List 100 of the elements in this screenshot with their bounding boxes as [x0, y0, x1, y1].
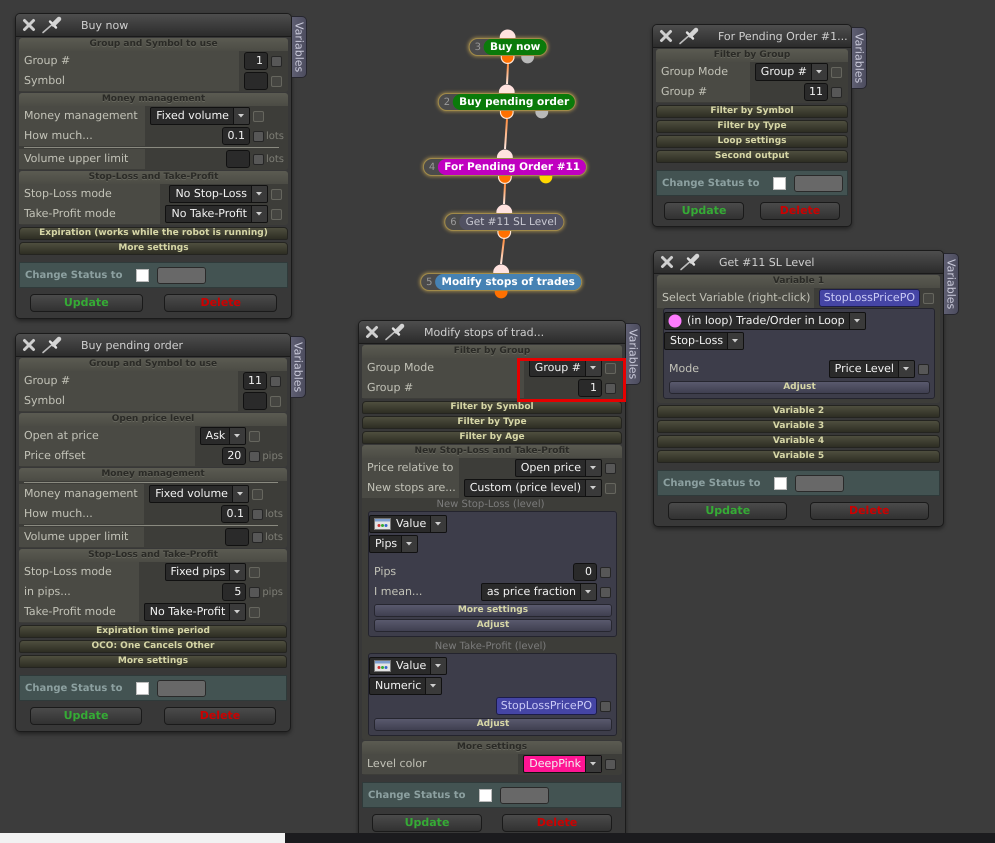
number-field[interactable]: 5 — [222, 583, 246, 601]
checkbox[interactable] — [270, 376, 281, 386]
variables-tab[interactable]: Variables — [292, 16, 307, 78]
status-field[interactable] — [795, 474, 844, 492]
subsection-bar[interactable]: More settings — [374, 604, 612, 617]
number-field[interactable]: 0.1 — [221, 505, 249, 523]
section-bar[interactable]: Filter by Symbol — [656, 105, 848, 118]
checkbox[interactable] — [831, 86, 842, 98]
number-field[interactable]: 1 — [244, 52, 268, 70]
number-field[interactable]: 20 — [222, 447, 246, 465]
status-checkbox[interactable] — [136, 268, 150, 282]
variables-tab[interactable]: Variables — [626, 323, 641, 385]
number-field[interactable]: 0 — [573, 563, 597, 581]
dropdown[interactable]: Custom (price level) — [464, 479, 602, 497]
update-button[interactable]: Update — [30, 707, 142, 725]
update-button[interactable]: Update — [664, 202, 744, 220]
number-field[interactable]: 1 — [578, 379, 602, 397]
checkbox[interactable] — [249, 586, 260, 598]
number-field[interactable]: 11 — [804, 83, 828, 101]
number-field[interactable] — [224, 528, 249, 546]
output-port-icon[interactable] — [497, 231, 511, 239]
section-bar[interactable]: Variable 2 — [657, 405, 940, 418]
output-port-icon[interactable] — [520, 56, 535, 64]
variable-chip[interactable]: StopLossPricePO — [818, 289, 920, 307]
close-icon[interactable] — [659, 29, 673, 43]
dropdown[interactable]: Group # — [754, 63, 828, 81]
input-port-icon[interactable] — [496, 204, 512, 213]
section-bar[interactable]: More settings — [19, 242, 288, 255]
close-icon[interactable] — [22, 18, 36, 32]
status-checkbox[interactable] — [773, 176, 786, 190]
dropdown[interactable]: Fixed volume — [150, 107, 250, 125]
dropdown[interactable]: Value — [369, 515, 448, 533]
output-port-icon[interactable] — [534, 111, 549, 119]
pin-icon[interactable] — [679, 253, 701, 271]
input-port-icon[interactable] — [499, 84, 515, 93]
status-field[interactable] — [157, 266, 206, 284]
dropdown[interactable]: No Stop-Loss — [169, 185, 268, 203]
checkbox[interactable] — [605, 382, 616, 394]
section-bar[interactable]: Filter by Symbol — [362, 401, 622, 414]
section-bar[interactable]: Second output — [656, 150, 848, 163]
variables-tab[interactable]: Variables — [852, 27, 867, 89]
status-field[interactable] — [794, 174, 844, 192]
output-port-icon[interactable] — [494, 291, 508, 299]
close-icon[interactable] — [22, 338, 36, 352]
status-checkbox[interactable] — [479, 788, 492, 802]
output-port-icon[interactable] — [498, 176, 512, 184]
number-field[interactable] — [244, 72, 268, 90]
dropdown[interactable]: Ask — [200, 427, 246, 445]
close-icon[interactable] — [660, 255, 674, 269]
checkbox[interactable] — [600, 700, 611, 712]
number-field[interactable] — [226, 150, 250, 168]
checkbox[interactable] — [252, 154, 264, 164]
dropdown[interactable]: Pips — [369, 535, 418, 553]
dropdown[interactable]: No Take-Profit — [165, 205, 268, 223]
section-bar[interactable]: Expiration time period — [19, 625, 287, 638]
variables-tab[interactable]: Variables — [944, 253, 959, 315]
status-field[interactable] — [500, 786, 550, 804]
section-bar[interactable]: Variable 5 — [657, 450, 940, 463]
section-bar[interactable]: OCO: One Cancels Other — [19, 640, 287, 653]
section-bar[interactable]: Expiration (works while the robot is running) — [19, 227, 288, 240]
dropdown[interactable]: Fixed pips — [164, 563, 246, 581]
dropdown[interactable]: Fixed volume — [149, 485, 249, 503]
update-button[interactable]: Update — [668, 502, 788, 520]
flow-node[interactable]: 5 Modify stops of trades — [420, 273, 582, 291]
checkbox[interactable] — [605, 758, 616, 770]
status-field[interactable] — [157, 680, 206, 696]
input-port-icon[interactable] — [493, 264, 509, 273]
number-field[interactable] — [243, 392, 267, 410]
dropdown[interactable]: as price fraction — [480, 583, 597, 601]
number-field[interactable]: 0.1 — [222, 127, 250, 145]
section-bar[interactable]: More settings — [19, 655, 287, 668]
checkbox[interactable] — [252, 130, 264, 142]
dropdown[interactable]: Stop-Loss — [664, 332, 744, 350]
output-port-icon[interactable] — [501, 56, 515, 64]
checkbox[interactable] — [600, 586, 611, 598]
pin-icon[interactable] — [41, 336, 63, 354]
pin-icon[interactable] — [41, 16, 63, 34]
subsection-bar[interactable]: Adjust — [374, 718, 612, 731]
output-port-icon[interactable] — [500, 111, 514, 119]
dropdown[interactable]: (in loop) Trade/Order in Loop — [664, 312, 866, 330]
output-port-icon[interactable] — [539, 176, 554, 184]
checkbox[interactable] — [249, 450, 260, 462]
number-field[interactable]: 11 — [243, 372, 267, 390]
flow-node[interactable]: 6 Get #11 SL Level — [444, 213, 564, 231]
checkbox[interactable] — [252, 508, 263, 520]
section-bar[interactable]: Filter by Type — [362, 416, 622, 429]
dropdown[interactable]: Numeric — [369, 677, 442, 695]
input-port-icon[interactable] — [500, 29, 516, 38]
close-icon[interactable] — [365, 325, 379, 339]
pin-icon[interactable] — [678, 27, 700, 45]
flow-node[interactable]: 2 Buy pending order — [438, 93, 576, 111]
dropdown[interactable]: Price Level — [828, 360, 915, 378]
dropdown[interactable]: Value — [369, 657, 448, 675]
checkbox[interactable] — [271, 56, 282, 66]
pin-icon[interactable] — [384, 323, 406, 341]
variables-tab[interactable]: Variables — [291, 336, 306, 398]
checkbox[interactable] — [918, 364, 929, 374]
update-button[interactable]: Update — [372, 814, 482, 832]
input-port-icon[interactable] — [497, 149, 513, 158]
status-checkbox[interactable] — [136, 682, 150, 694]
